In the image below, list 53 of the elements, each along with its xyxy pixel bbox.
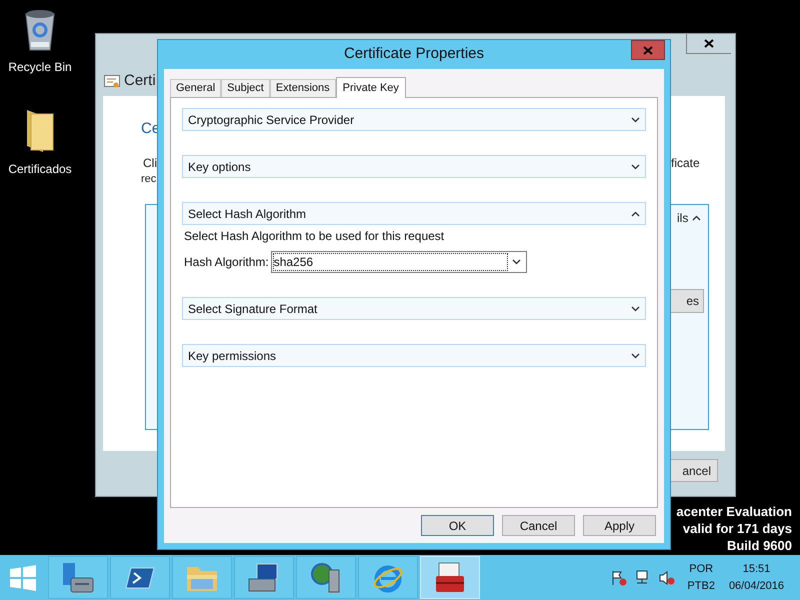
close-icon[interactable] [704, 39, 714, 48]
evaluation-notice: Build 9600 [726, 537, 792, 554]
field-label: Hash Algorithm: [184, 254, 269, 271]
section-header[interactable]: Cryptographic Service Provider [182, 108, 646, 131]
windows-logo-icon [10, 564, 36, 590]
recycle-bin-icon [23, 8, 57, 52]
desktop-icon-label[interactable]: Recycle Bin [8, 58, 72, 76]
keyboard-layout[interactable]: PTB2 [687, 578, 715, 594]
input-language[interactable]: POR [689, 561, 714, 578]
expand-chevron-icon [631, 164, 640, 170]
toolbox-icon [433, 562, 467, 594]
window-title: Certi [124, 71, 156, 91]
taskbar-app[interactable] [234, 556, 294, 599]
taskbar-app[interactable] [296, 556, 356, 599]
expand-chevron-icon [631, 352, 640, 358]
collapse-chevron-icon [631, 210, 640, 216]
details-toggle[interactable]: ils [677, 209, 688, 227]
evaluation-notice: valid for 171 days [682, 520, 792, 537]
intro-text: rec [141, 172, 156, 187]
dialog-button[interactable]: Cancel [502, 515, 575, 536]
hash-algorithm-dropdown[interactable]: sha256 [270, 251, 527, 273]
speaker-muted-icon[interactable] [659, 570, 676, 586]
section-header[interactable]: Select Hash Algorithm [182, 202, 646, 225]
expand-chevron-icon [512, 259, 522, 265]
collapse-chevron-icon [692, 215, 702, 221]
tab[interactable]: General [170, 79, 222, 97]
dialog-button[interactable]: OK [421, 515, 494, 536]
desktop-icon-label[interactable]: Certificados [8, 160, 72, 178]
close-button[interactable] [631, 40, 665, 60]
close-icon [643, 46, 653, 54]
clock-time[interactable]: 15:51 [742, 561, 770, 578]
section-header[interactable]: Key permissions [182, 344, 646, 367]
expand-chevron-icon [631, 116, 640, 122]
section-description: Select Hash Algorithm to be used for this request [183, 228, 446, 245]
clock-date[interactable]: 06/04/2016 [728, 578, 784, 594]
section-header[interactable]: Key options [182, 155, 646, 178]
certificate-icon [104, 74, 120, 88]
tab[interactable]: Subject [221, 79, 270, 97]
tab[interactable]: Private Key [336, 77, 406, 98]
taskbar-app[interactable] [48, 556, 108, 599]
expand-chevron-icon [631, 306, 640, 312]
section-header[interactable]: Select Signature Format [182, 297, 646, 320]
dialog-title: Certificate Properties [344, 44, 484, 64]
dialog-button[interactable]: Apply [583, 515, 656, 536]
flag-error-icon[interactable] [611, 570, 628, 586]
server-toolbox-icon [61, 562, 95, 594]
intro-text: Cli [143, 155, 157, 172]
terminal-icon [125, 566, 155, 590]
taskbar-app[interactable] [110, 556, 170, 599]
intro-text: ficate [671, 155, 700, 172]
evaluation-notice: acenter Evaluation [676, 503, 792, 520]
folder-icon [25, 108, 55, 154]
tab[interactable]: Extensions [270, 79, 336, 97]
